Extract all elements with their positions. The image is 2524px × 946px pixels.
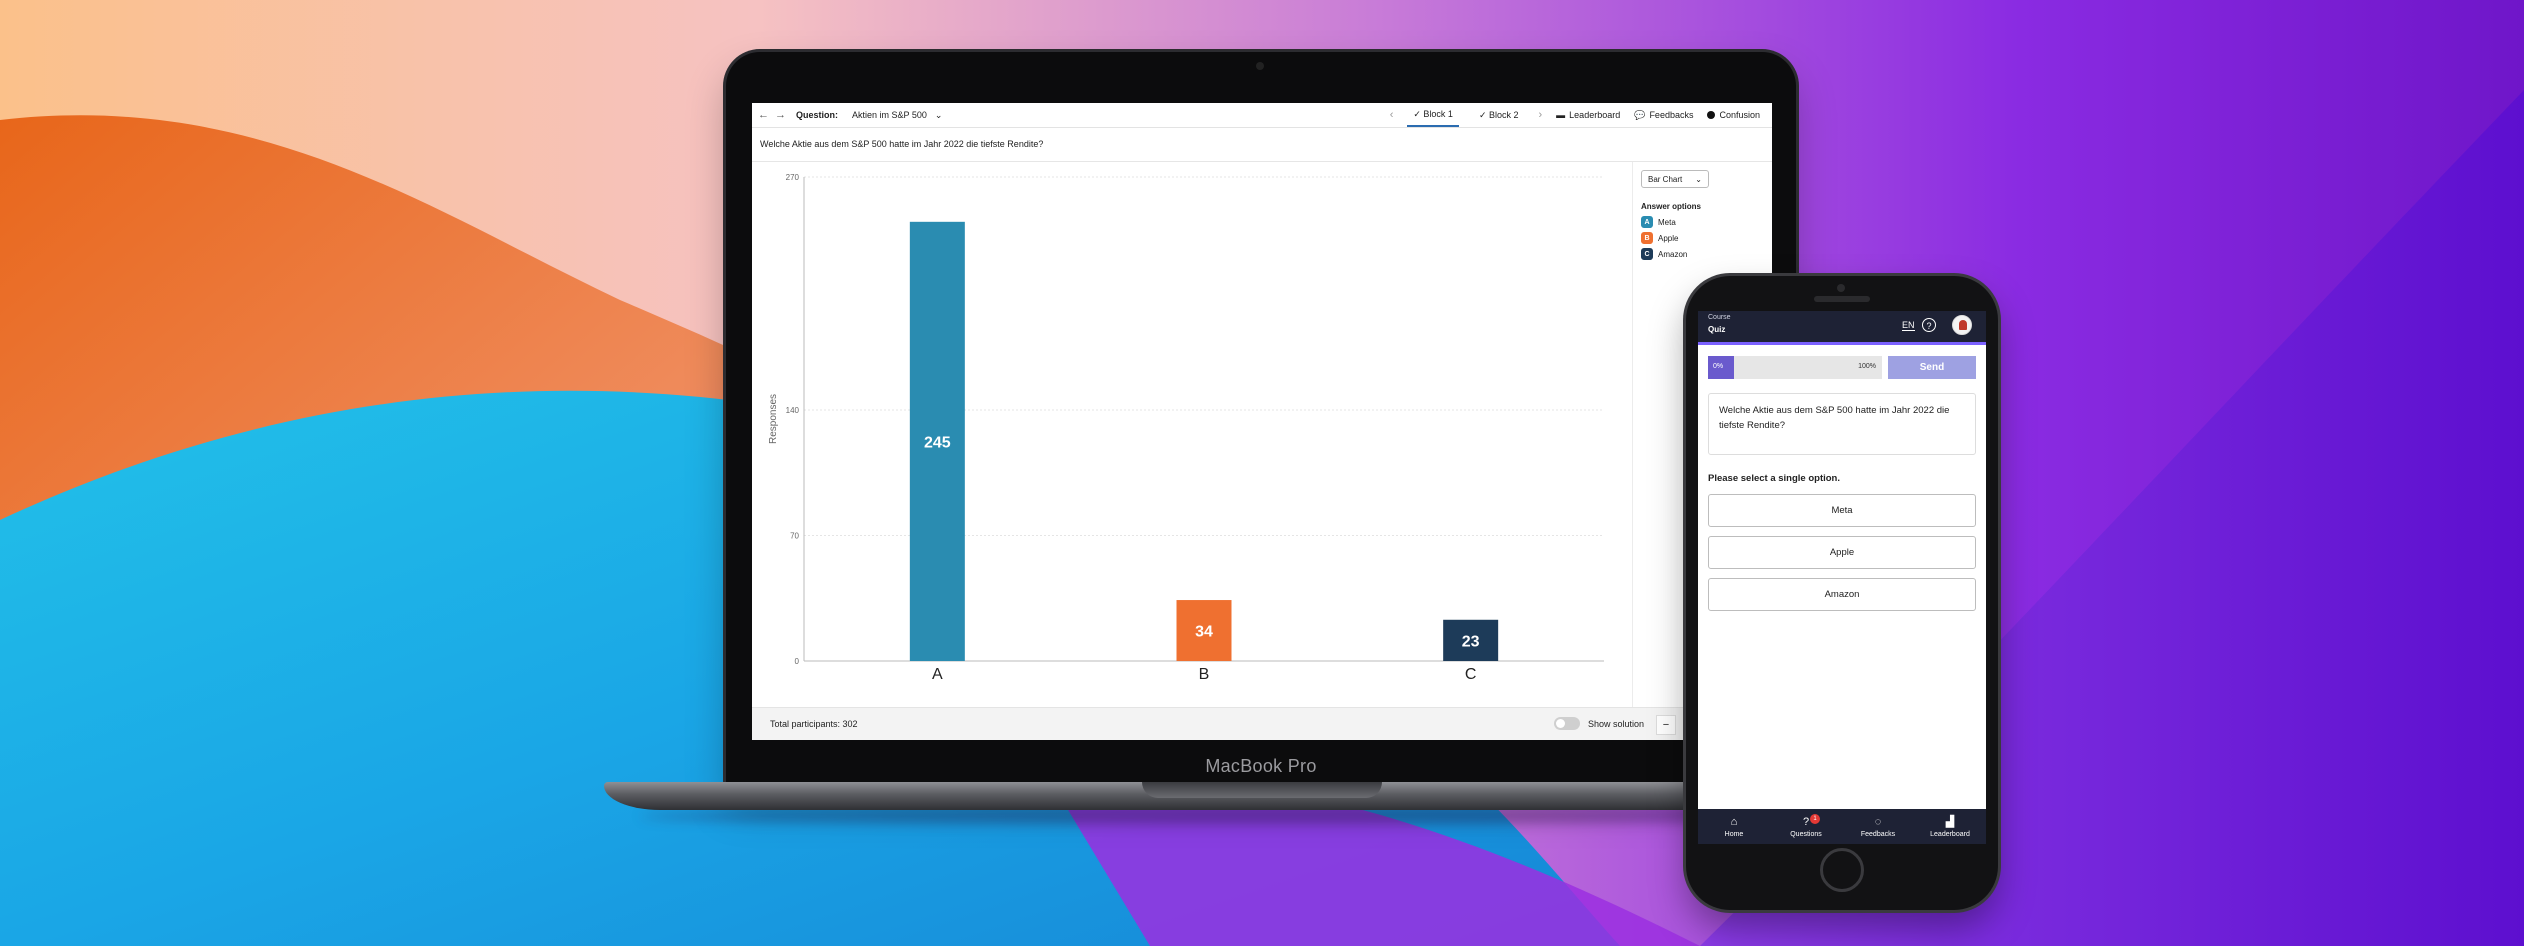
tab-leaderboard-label: Leaderboard <box>1930 830 1970 838</box>
leaderboard-button[interactable]: ▬ Leaderboard <box>1556 110 1620 120</box>
data-label: 23 <box>1462 633 1480 650</box>
tab-block-1-label: Block 1 <box>1423 109 1453 119</box>
tab-feedbacks-label: Feedbacks <box>1860 830 1896 838</box>
option-meta-button[interactable]: Meta <box>1708 494 1976 527</box>
category-label: A <box>932 666 943 683</box>
tab-block-2-label: Block 2 <box>1488 110 1519 120</box>
home-icon: ⌂ <box>1730 815 1738 828</box>
y-tick-label: 0 <box>795 657 800 666</box>
leaderboard-label: Leaderboard <box>1569 110 1621 120</box>
send-button[interactable]: Send <box>1888 356 1976 379</box>
y-tick-label: 140 <box>786 406 800 415</box>
answer-option-label: Meta <box>1658 217 1676 227</box>
y-tick-label: 70 <box>790 532 799 541</box>
laptop-model-label: MacBook Pro <box>1205 756 1317 776</box>
tab-home[interactable]: ⌂ Home <box>1704 816 1764 838</box>
topbar-right: ‹ ✓ Block 1 ✓ Block 2 › ▬ Leaderboard 💬 Fe… <box>1390 103 1760 127</box>
category-label: C <box>1465 666 1477 683</box>
question-icon: ? <box>1802 815 1810 828</box>
chat-bubble-icon: 💬 <box>1634 109 1646 120</box>
show-solution-toggle[interactable] <box>1554 717 1580 730</box>
option-badge-b: B <box>1641 232 1653 244</box>
answer-options-title: Answer options <box>1641 202 1702 211</box>
chat-bubble-icon: ◌ <box>1874 815 1882 828</box>
data-label: 245 <box>924 434 951 451</box>
presenter-topbar: ← → Question: Aktien im S&P 500 ⌄ ‹ ✓ Bl… <box>752 103 1772 128</box>
notification-badge: 1 <box>1810 813 1820 824</box>
answer-option-label: Amazon <box>1658 249 1688 259</box>
chart-type-value: Bar Chart <box>1648 174 1683 184</box>
total-participants: Total participants: 302 <box>770 719 858 729</box>
y-tick-label: 270 <box>786 173 800 182</box>
question-selector[interactable]: Aktien im S&P 500 <box>852 110 927 120</box>
phone-app-header: Course Quiz EN ? <box>1698 311 1986 345</box>
option-apple-button[interactable]: Apple <box>1708 536 1976 569</box>
question-label: Question: <box>796 110 838 120</box>
phone-screen: Course Quiz EN ? 0% 100% Send Welche Akt… <box>1698 311 1986 844</box>
option-badge-a: A <box>1641 216 1653 228</box>
answer-option-label: Apple <box>1658 233 1679 243</box>
progress-end-label: 100% <box>1858 363 1876 370</box>
tab-leaderboard[interactable]: ▟ Leaderboard <box>1920 816 1980 838</box>
bar-chart: 0 70 140 270 Responses 245 A 34 B 23 C <box>768 173 1604 683</box>
tab-questions-label: Questions <box>1790 830 1822 838</box>
data-label: 34 <box>1195 624 1213 641</box>
leaderboard-icon: ▬ <box>1556 110 1566 120</box>
question-text: Welche Aktie aus dem S&P 500 hatte im Ja… <box>760 139 1044 149</box>
header-title: Quiz <box>1708 325 1726 334</box>
tab-questions[interactable]: ? 1 Questions <box>1776 813 1836 838</box>
zoom-out-button[interactable]: − <box>1656 715 1676 735</box>
phone-camera <box>1837 284 1845 292</box>
laptop-camera <box>1256 62 1264 70</box>
chart-area: 0 70 140 270 Responses 245 A 34 B 23 C <box>752 162 1632 707</box>
help-icon[interactable]: ? <box>1922 318 1936 332</box>
chevron-down-icon: ⌄ <box>1695 174 1702 184</box>
y-axis-label: Responses <box>768 394 779 444</box>
tab-block-1[interactable]: ✓ Block 1 <box>1407 103 1459 127</box>
bottom-tab-bar: ⌂ Home ? 1 Questions ◌ Feedbacks ▟ Leade… <box>1698 809 1986 844</box>
feedbacks-button[interactable]: 💬 Feedbacks <box>1634 110 1693 121</box>
laptop-screen: ← → Question: Aktien im S&P 500 ⌄ ‹ ✓ Bl… <box>752 103 1772 740</box>
progress-bar: 0% 100% <box>1708 356 1882 379</box>
instruction-text: Please select a single option. <box>1708 473 1840 484</box>
tab-feedbacks[interactable]: ◌ Feedbacks <box>1848 816 1908 838</box>
language-switch[interactable]: EN <box>1902 320 1915 331</box>
chevron-left-icon[interactable]: ‹ <box>1390 109 1394 121</box>
phone-home-button[interactable] <box>1820 848 1864 892</box>
answer-option-b: B Apple <box>1641 232 1678 244</box>
tab-home-label: Home <box>1724 830 1744 838</box>
category-label: B <box>1199 666 1210 683</box>
confusion-label: Confusion <box>1719 110 1760 120</box>
confusion-button[interactable]: Confusion <box>1707 110 1760 120</box>
answer-option-a: A Meta <box>1641 216 1676 228</box>
podium-icon: ▟ <box>1945 815 1955 828</box>
chevron-down-icon[interactable]: ⌄ <box>935 110 943 121</box>
confusion-icon <box>1707 111 1716 119</box>
option-amazon-button[interactable]: Amazon <box>1708 578 1976 611</box>
question-card: Welche Aktie aus dem S&P 500 hatte im Ja… <box>1708 393 1976 455</box>
answer-option-c: C Amazon <box>1641 248 1687 260</box>
phone-speaker <box>1814 296 1870 302</box>
progress-start-label: 0% <box>1713 363 1724 370</box>
chevron-right-icon[interactable]: › <box>1539 109 1543 121</box>
chart-type-select[interactable]: Bar Chart ⌄ <box>1641 170 1709 188</box>
presenter-footer: Total participants: 302 Show solution − <box>752 707 1772 740</box>
back-arrow-icon[interactable]: ← <box>758 109 769 121</box>
laptop-notch <box>1142 782 1382 798</box>
show-solution-label: Show solution <box>1588 719 1645 729</box>
tab-block-2[interactable]: ✓ Block 2 <box>1473 103 1525 127</box>
avatar[interactable] <box>1952 315 1972 335</box>
option-badge-c: C <box>1641 248 1653 260</box>
header-course-label: Course <box>1708 314 1731 321</box>
feedbacks-label: Feedbacks <box>1649 110 1694 120</box>
forward-arrow-icon[interactable]: → <box>775 109 786 121</box>
